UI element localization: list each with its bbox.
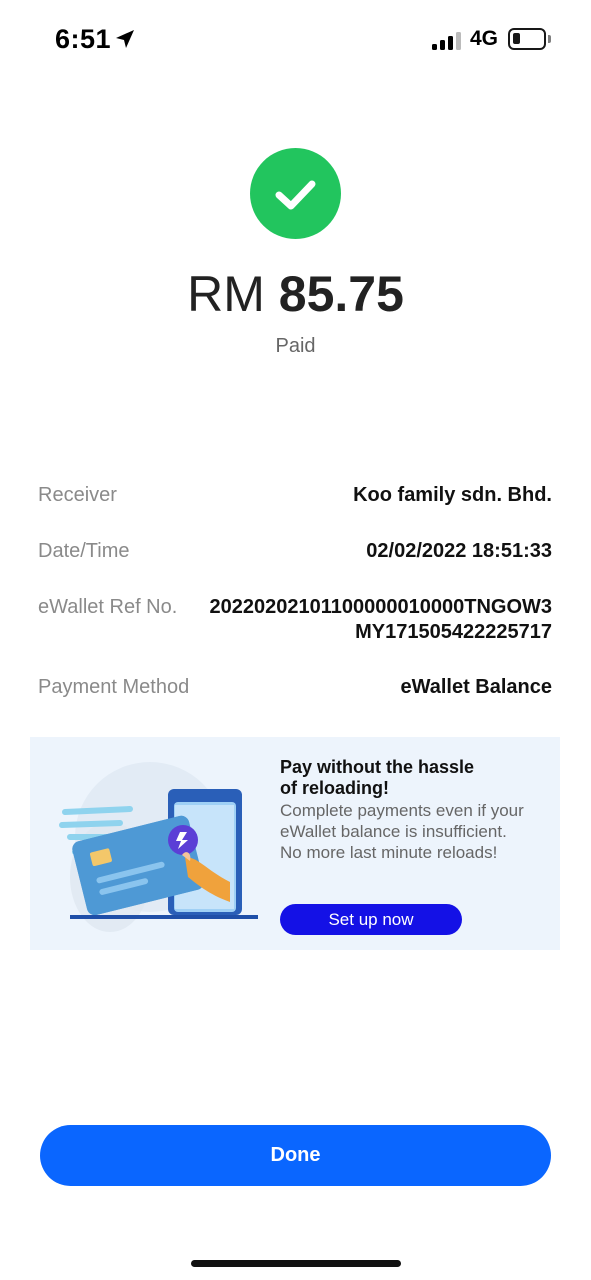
promo-banner[interactable]: Pay without the hassle of reloading! Com… — [30, 737, 560, 950]
ref-no-value-line1: 20220202101100000010000TNGOW3 — [209, 596, 553, 618]
location-arrow-icon — [116, 30, 134, 48]
done-button[interactable]: Done — [40, 1125, 551, 1186]
network-type: 4G — [470, 27, 499, 50]
payment-method-value: eWallet Balance — [400, 676, 552, 698]
receiver-value: Koo family sdn. Bhd. — [353, 484, 552, 506]
promo-desc-line1: Complete payments even if your — [280, 801, 524, 820]
signal-icon — [432, 30, 462, 50]
payment-status: Paid — [275, 335, 316, 357]
checkmark-icon — [275, 180, 316, 210]
promo-title: Pay without the hassle of reloading! — [280, 757, 560, 799]
datetime-value: 02/02/2022 18:51:33 — [366, 540, 552, 562]
datetime-label: Date/Time — [38, 540, 130, 562]
promo-title-line1: Pay without the hassle — [280, 757, 475, 777]
card-payment-illustration — [59, 762, 258, 932]
ref-no-value-line2: MY171505422225717 — [355, 621, 552, 643]
payment-method-label: Payment Method — [38, 676, 190, 698]
status-bar: 6:51 4G — [0, 0, 591, 80]
home-indicator[interactable] — [191, 1260, 401, 1267]
success-badge — [250, 148, 341, 239]
battery-icon — [508, 28, 546, 50]
payment-amount: RM 85.75 — [0, 265, 591, 323]
promo-desc-line2: eWallet balance is insufficient. — [280, 822, 507, 841]
receiver-label: Receiver — [38, 484, 117, 506]
ref-no-label: eWallet Ref No. — [38, 596, 178, 618]
promo-desc-line3: No more last minute reloads! — [280, 843, 498, 862]
promo-description: Complete payments even if your eWallet b… — [280, 800, 560, 863]
amount-currency: RM — [187, 266, 265, 322]
set-up-now-button[interactable]: Set up now — [280, 904, 462, 935]
battery-tip — [548, 35, 551, 43]
promo-title-line2: of reloading! — [280, 778, 389, 798]
amount-value: 85.75 — [278, 266, 404, 322]
status-time: 6:51 — [55, 24, 112, 54]
